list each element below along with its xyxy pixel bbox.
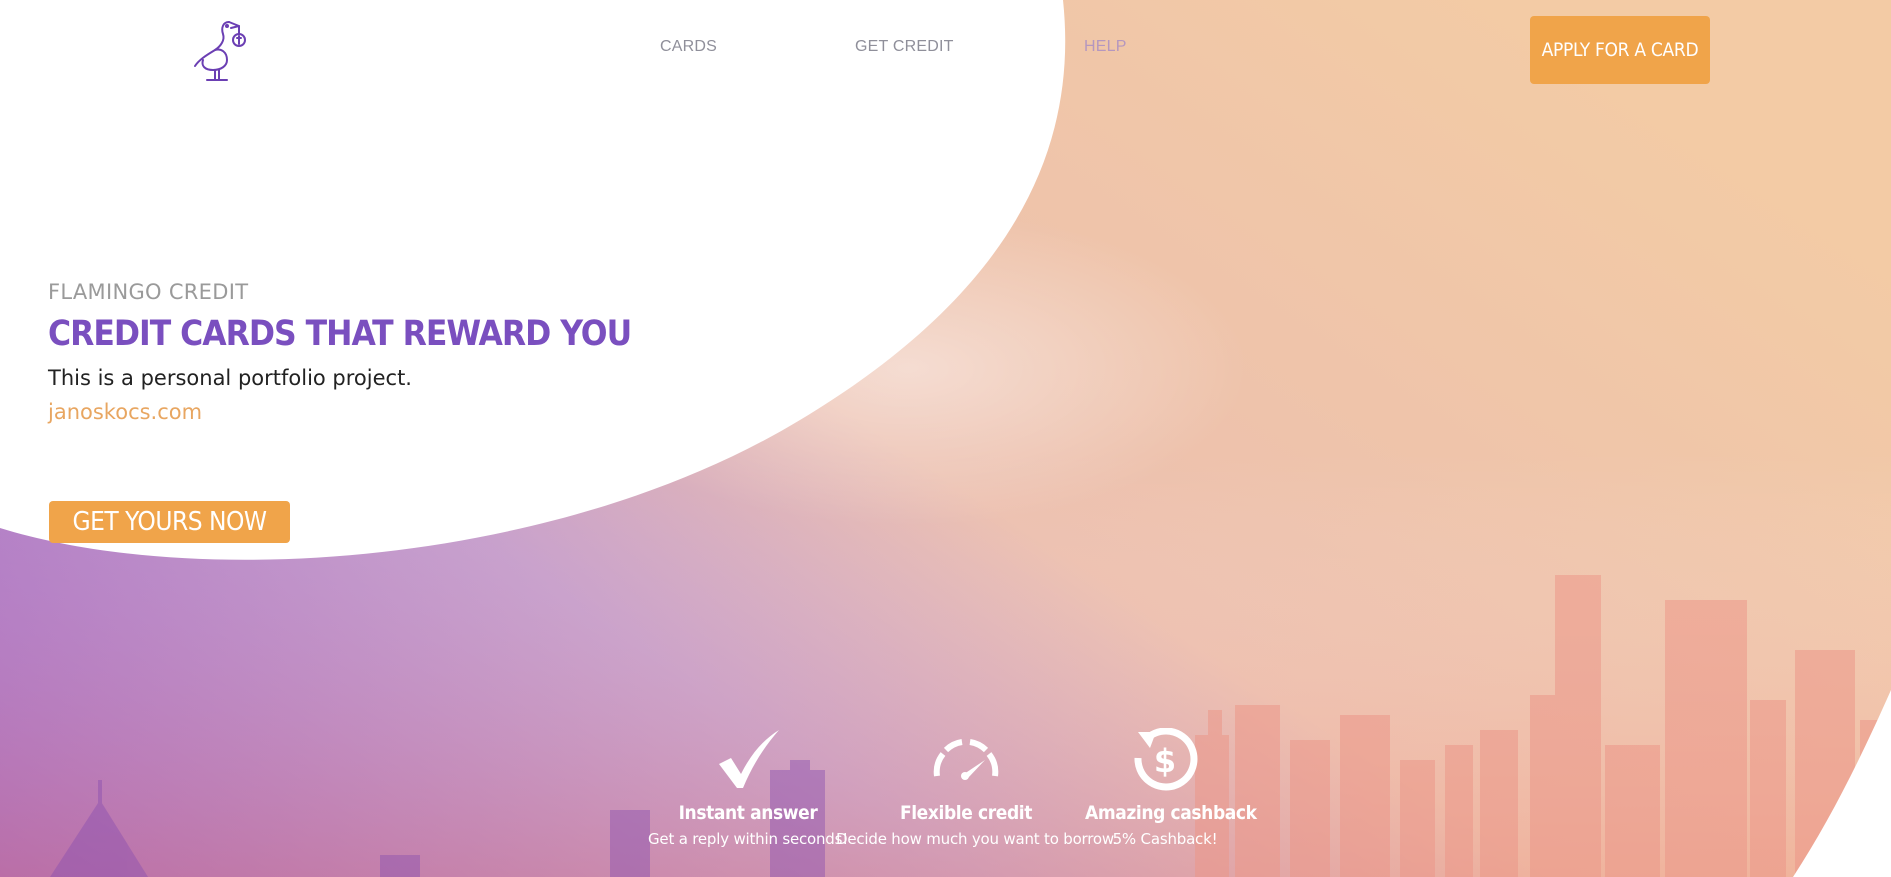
hero-subtitle: This is a personal portfolio project.: [48, 366, 412, 390]
hero-section: FLAMINGO CREDIT CREDIT CARDS THAT REWARD…: [48, 280, 632, 424]
nav-item-get-credit[interactable]: GET CREDIT: [855, 38, 954, 56]
dollar-refresh-icon: $: [1134, 728, 1198, 791]
nav-item-cards[interactable]: CARDS: [660, 38, 717, 56]
feature-title: Amazing cashback: [1085, 802, 1257, 824]
feature-flexible-credit: Flexible credit Decide how much you want…: [836, 728, 1118, 848]
nav-item-help[interactable]: HELP: [1084, 38, 1127, 56]
get-yours-now-button[interactable]: GET YOURS NOW: [49, 501, 290, 543]
brand-eyebrow: FLAMINGO CREDIT: [48, 280, 249, 304]
feature-description: Decide how much you want to borrow.: [836, 830, 1118, 848]
portfolio-link[interactable]: janoskocs.com: [48, 400, 631, 424]
checkmark-icon: [719, 730, 779, 788]
feature-amazing-cashback: $ Amazing cashback 5% Cashback!: [1085, 728, 1257, 848]
feature-description: Get a reply within seconds!: [648, 830, 849, 848]
apply-for-card-button[interactable]: APPLY FOR A CARD: [1530, 16, 1710, 84]
hero-headline: CREDIT CARDS THAT REWARD YOU: [48, 314, 632, 354]
svg-text:$: $: [1154, 742, 1176, 780]
feature-instant-answer: Instant answer Get a reply within second…: [648, 728, 848, 848]
feature-title: Flexible credit: [899, 802, 1033, 824]
feature-description: 5% Cashback!: [1112, 830, 1218, 848]
feature-title: Instant answer: [678, 802, 818, 824]
speedometer-icon: [933, 739, 999, 780]
